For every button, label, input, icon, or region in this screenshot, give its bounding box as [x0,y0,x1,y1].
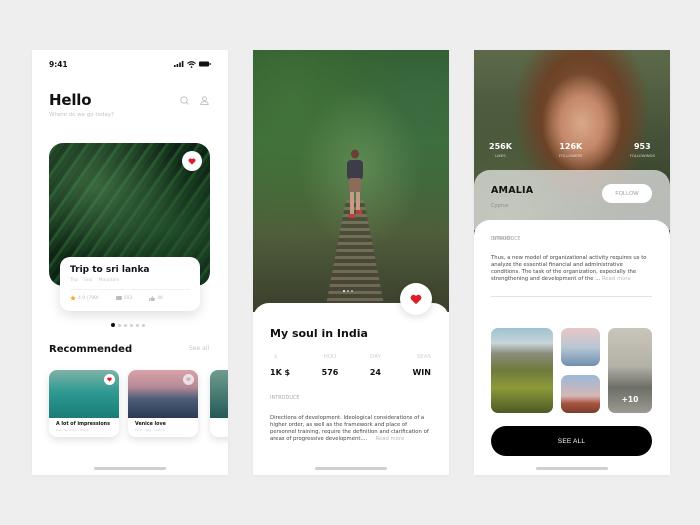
trip-title: My soul in India [270,327,368,340]
stat-likes: 256K LIKES [489,142,512,158]
gallery-photo-plane-wing[interactable] [561,328,600,366]
featured-like-button[interactable] [182,151,202,171]
recommended-card-tags: Food · Italy · History [135,428,166,432]
search-icon[interactable] [180,96,189,105]
carousel-dot[interactable] [124,323,127,327]
recommended-card-title: A lot of impressions [56,422,110,427]
like-button[interactable] [400,283,432,315]
heart-icon [188,157,196,165]
follow-button[interactable]: FOLLOW [602,184,652,203]
star-icon [70,295,76,301]
stat-hours: HOU 576 [321,354,339,377]
recommended-like-button[interactable] [183,374,194,385]
home-screen: 9:41 Hello Where do we go today? Trip to… [32,50,228,475]
battery-icon [199,61,211,67]
hiker-figure [347,149,363,218]
heart-icon [186,377,191,382]
trip-stats: $ 1K $ HOU 576 DAY 24 SEAS WIN [270,354,431,377]
stat-days: DAY 24 [369,354,381,377]
heart-icon [410,294,422,304]
carousel-dot[interactable] [347,290,349,292]
carousel-dot-active[interactable] [111,323,115,327]
carousel-dot[interactable] [351,290,353,292]
rating-stat: 4.9 (790) [70,295,99,301]
gallery-photo-mountains[interactable] [491,328,553,413]
carousel-indicator [111,323,145,327]
read-more-link[interactable]: Read more [602,276,631,282]
recommended-card-title: Venice love [135,422,166,427]
recommended-card[interactable]: Venice love Food · Italy · History [128,370,198,437]
stat-season: SEAS WIN [412,354,431,377]
gallery-photo-rock[interactable] [561,375,600,413]
introduce-text: Directions of development. Ideological c… [270,415,429,442]
more-count: +10 [621,395,639,404]
profile-screen: 256K LIKES 126K FOLLOWERS 953 FOLLOWINGS… [474,50,670,475]
home-indicator [315,467,387,470]
stat-followings: 953 FOLLOWINGS [629,142,655,158]
read-more-link[interactable]: Read more [376,436,405,442]
carousel-dot[interactable] [130,323,133,327]
recommended-like-button[interactable] [104,374,115,385]
dynamic-label: DYNAMIC [491,237,514,242]
recommended-card[interactable]: A lot of impressions Sea · Summer · Afri… [49,370,119,437]
user-icon[interactable] [200,96,209,105]
recommended-card-image [210,370,228,418]
greeting-subtitle: Where do we go today? [49,112,114,118]
comments-stat: 503 [115,295,132,301]
comment-icon [115,295,122,300]
tag: Mountain [98,278,120,283]
divider [70,289,190,290]
greeting-title: Hello [49,91,92,109]
recommended-card-image [128,370,198,418]
recommended-card-tags: Sea · Summer · Africa [56,428,89,432]
gallery-more-photos[interactable]: +10 [608,328,652,413]
profile-stats: 256K LIKES 126K FOLLOWERS 953 FOLLOWINGS [489,142,655,158]
signal-icon [174,61,184,67]
carousel-dot[interactable] [142,323,145,327]
profile-name: AMALIA [491,185,534,196]
tag: Sea [84,278,93,283]
introduce-text: Thus, a new model of organizational acti… [491,255,647,282]
featured-trip-tags: Trip Sea Mountain [70,278,190,283]
recommended-card-image [49,370,119,418]
see-all-button[interactable]: SEE ALL [491,426,652,456]
carousel-dot-active[interactable] [343,290,345,292]
thumbs-up-icon [149,295,156,301]
home-indicator [94,467,166,470]
featured-trip-title: Trip to sri lanka [70,265,150,275]
profile-location: Cyprus [491,203,509,209]
featured-trip-card[interactable]: Trip to sri lanka Trip Sea Mountain 4.9 … [60,257,200,311]
carousel-dot[interactable] [136,323,139,327]
heart-icon [107,377,112,382]
carousel-dot[interactable] [118,323,121,327]
recommended-heading: Recommended [49,344,133,355]
detail-screen: My soul in India $ 1K $ HOU 576 DAY 24 S… [253,50,449,475]
image-carousel-indicator [343,290,353,292]
stat-followers: 126K FOLLOWERS [559,142,583,158]
introduce-label: INTRODUCE [270,396,300,401]
status-time: 9:41 [49,59,68,69]
stat-price: $ 1K $ [270,354,291,377]
status-bar: 9:41 [49,59,211,69]
see-all-link[interactable]: See all [189,345,209,352]
tag: Trip [70,278,79,283]
home-indicator [536,467,608,470]
likes-stat: 4K [149,295,163,301]
recommended-card-partial[interactable] [210,370,228,437]
divider [491,296,652,297]
wifi-icon [187,60,196,68]
